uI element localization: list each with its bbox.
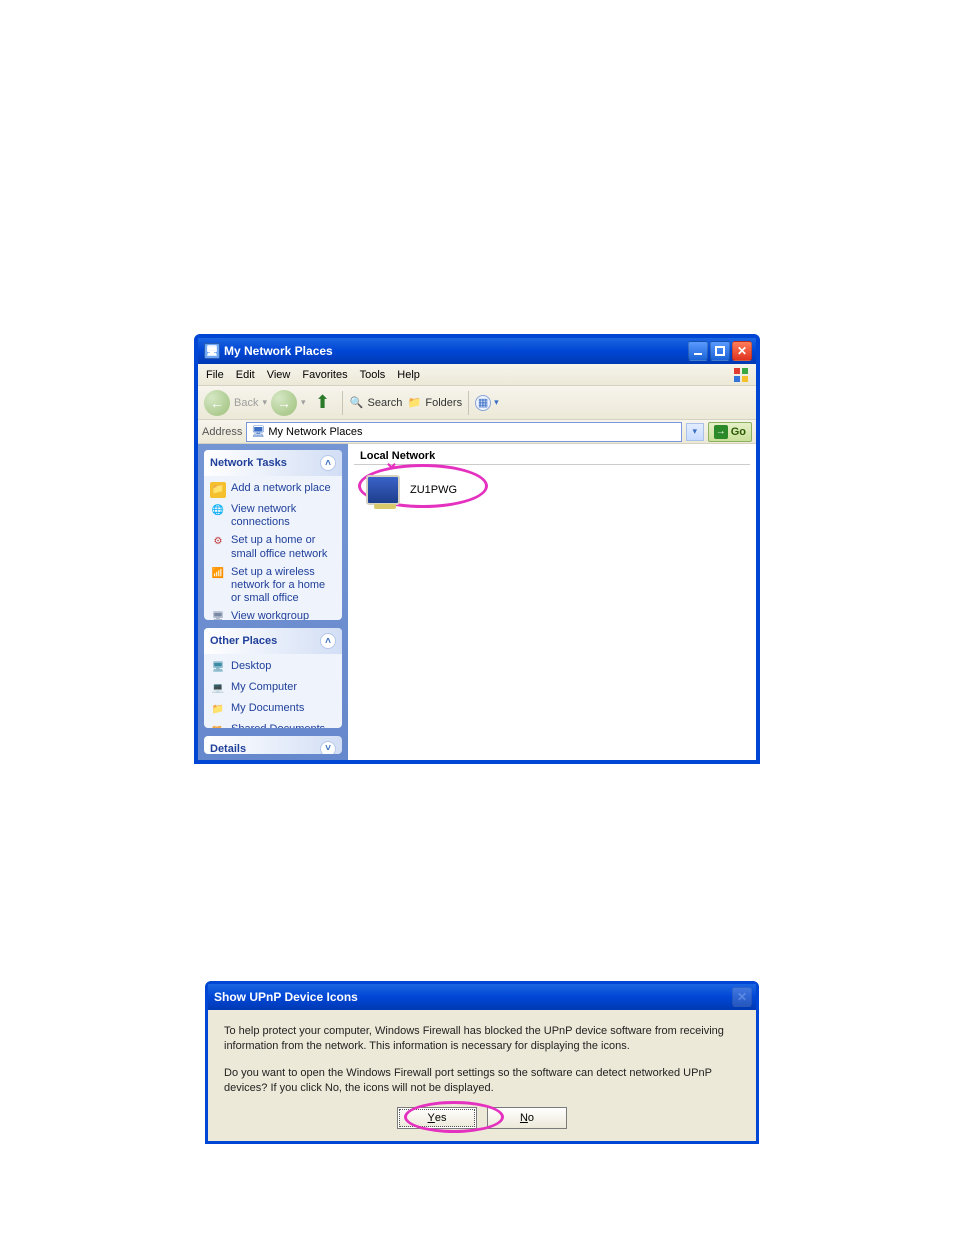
dialog-text-1: To help protect your computer, Windows F…: [224, 1024, 740, 1054]
task-setup-home-network[interactable]: ⚙ Set up a home or small office network: [210, 534, 336, 560]
menu-view[interactable]: View: [267, 369, 291, 381]
details-header[interactable]: Details ˅: [204, 736, 342, 754]
no-suffix: o: [528, 1112, 534, 1124]
chevron-down-icon: ˅: [320, 741, 336, 754]
search-label: Search: [368, 397, 403, 409]
device-label: ZU1PWG: [410, 484, 457, 496]
network-tasks-title: Network Tasks: [210, 457, 287, 469]
group-header: Local Network: [354, 446, 750, 465]
minimize-button[interactable]: [688, 341, 708, 361]
menu-tools[interactable]: Tools: [360, 369, 386, 381]
task-setup-wireless[interactable]: 📶 Set up a wireless network for a home or…: [210, 566, 336, 606]
task-view-workgroup[interactable]: 🖥 View workgroup computers: [210, 610, 336, 620]
yes-button[interactable]: Yes: [397, 1107, 477, 1129]
network-places-icon: 🖥: [251, 425, 265, 438]
upnp-device-item[interactable]: ZU1PWG: [366, 475, 756, 505]
task-view-connections[interactable]: 🌐 View network connections: [210, 503, 336, 529]
workgroup-icon: 🖥: [210, 610, 226, 620]
content-pane: Local Network ⌄ ZU1PWG: [348, 444, 756, 760]
place-my-computer[interactable]: 💻 My Computer: [210, 681, 336, 697]
views-button[interactable]: ▦ ▾: [475, 395, 499, 411]
toolbar: ← Back ▾ → ▾ ⬆ 🔍 Search 📁 Folders ▦ ▾: [198, 386, 756, 420]
dialog-text-2: Do you want to open the Windows Firewall…: [224, 1066, 740, 1096]
connections-icon: 🌐: [210, 503, 226, 519]
address-field[interactable]: 🖥 My Network Places: [246, 422, 681, 442]
network-tasks-box: Network Tasks ˄ 📁 Add a network place 🌐 Vi…: [204, 450, 342, 620]
go-icon: →: [714, 425, 728, 439]
wireless-icon: 📶: [210, 566, 226, 582]
back-button[interactable]: ←: [204, 390, 230, 416]
search-button[interactable]: 🔍 Search: [349, 395, 403, 411]
menubar: File Edit View Favorites Tools Help: [198, 364, 756, 386]
forward-button[interactable]: →: [271, 390, 297, 416]
details-box: Details ˅: [204, 736, 342, 754]
menu-file[interactable]: File: [206, 369, 224, 381]
other-places-box: Other Places ˄ 🖥 Desktop 💻 My Computer 📁 My…: [204, 628, 342, 728]
network-tasks-header[interactable]: Network Tasks ˄: [204, 450, 342, 476]
folders-button[interactable]: 📁 Folders: [406, 395, 462, 411]
add-place-icon: 📁: [210, 482, 226, 498]
folders-icon: 📁: [406, 395, 422, 411]
upnp-dialog: Show UPnP Device Icons ✕ To help protect…: [205, 981, 759, 1144]
menu-favorites[interactable]: Favorites: [302, 369, 347, 381]
place-label: Shared Documents: [231, 723, 325, 728]
place-label: Desktop: [231, 660, 271, 673]
go-label: Go: [731, 426, 746, 438]
home-network-icon: ⚙: [210, 534, 226, 550]
up-button[interactable]: ⬆: [310, 390, 336, 416]
views-icon: ▦: [475, 395, 491, 411]
back-label: Back: [234, 397, 258, 409]
task-panel: Network Tasks ˄ 📁 Add a network place 🌐 Vi…: [198, 444, 348, 760]
chevron-up-icon: ˄: [320, 455, 336, 471]
place-desktop[interactable]: 🖥 Desktop: [210, 660, 336, 676]
go-button[interactable]: → Go: [708, 422, 752, 442]
computer-icon: 💻: [210, 681, 226, 697]
address-label: Address: [202, 426, 242, 438]
task-add-network-place[interactable]: 📁 Add a network place: [210, 482, 336, 498]
menu-edit[interactable]: Edit: [236, 369, 255, 381]
task-label: Add a network place: [231, 482, 331, 495]
titlebar[interactable]: 🖥 My Network Places ✕: [198, 338, 756, 364]
dialog-body: To help protect your computer, Windows F…: [208, 1010, 756, 1141]
search-icon: 🔍: [349, 395, 365, 411]
dialog-title: Show UPnP Device Icons: [214, 990, 358, 1004]
task-label: Set up a home or small office network: [231, 534, 336, 560]
place-shared-documents[interactable]: 📂 Shared Documents: [210, 723, 336, 728]
details-title: Details: [210, 743, 246, 754]
chevron-up-icon: ˄: [320, 633, 336, 649]
close-button[interactable]: ✕: [732, 341, 752, 361]
address-dropdown-button[interactable]: ▾: [686, 423, 704, 441]
no-button[interactable]: No: [487, 1107, 567, 1129]
place-label: My Computer: [231, 681, 297, 694]
dialog-close-button: ✕: [732, 987, 752, 1007]
annotation-mark: ⌄: [384, 452, 399, 473]
other-places-header[interactable]: Other Places ˄: [204, 628, 342, 654]
windows-flag-icon: [732, 366, 752, 384]
device-icon: [366, 475, 400, 505]
task-label: Set up a wireless network for a home or …: [231, 566, 336, 606]
shared-docs-icon: 📂: [210, 723, 226, 728]
folders-label: Folders: [425, 397, 462, 409]
address-bar: Address 🖥 My Network Places ▾ → Go: [198, 420, 756, 444]
task-label: View workgroup computers: [231, 610, 336, 620]
maximize-button[interactable]: [710, 341, 730, 361]
place-my-documents[interactable]: 📁 My Documents: [210, 702, 336, 718]
network-places-icon: 🖥: [204, 343, 220, 359]
window-title: My Network Places: [224, 344, 333, 358]
yes-suffix: es: [435, 1112, 447, 1124]
dialog-titlebar[interactable]: Show UPnP Device Icons ✕: [208, 984, 756, 1010]
documents-icon: 📁: [210, 702, 226, 718]
menu-help[interactable]: Help: [397, 369, 420, 381]
my-network-places-window: 🖥 My Network Places ✕ File Edit View Fav…: [194, 334, 760, 764]
place-label: My Documents: [231, 702, 304, 715]
task-label: View network connections: [231, 503, 336, 529]
address-value: My Network Places: [268, 426, 362, 438]
desktop-icon: 🖥: [210, 660, 226, 676]
other-places-title: Other Places: [210, 635, 277, 647]
